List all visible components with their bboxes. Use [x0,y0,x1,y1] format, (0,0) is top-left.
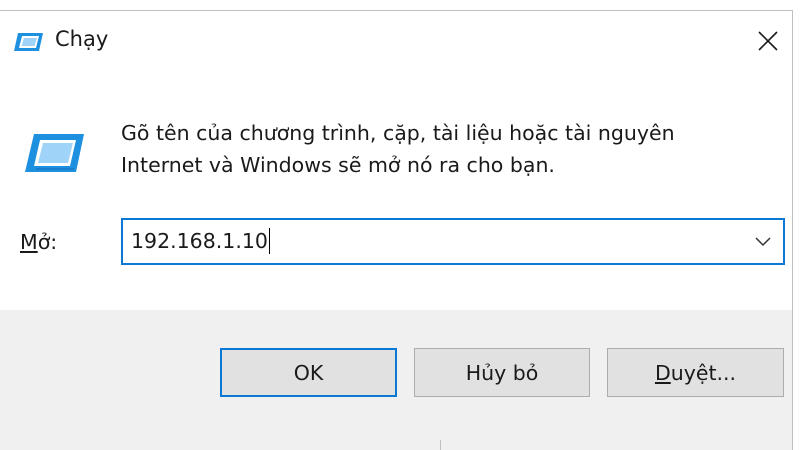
close-icon [758,31,778,51]
ok-button[interactable]: OK [220,348,397,397]
divider [440,440,441,450]
button-bar: OK Hủy bỏ Duyệt... [0,310,792,450]
open-label-mnemonic: M [20,230,38,254]
run-dialog: Chạy Gõ tên của chương trình, cặp, tài l… [0,0,800,450]
dropdown-button[interactable] [749,228,777,256]
open-input-value: 192.168.1.10 [131,229,268,253]
run-app-icon [22,131,86,175]
run-app-icon [12,31,44,53]
window-title: Chạy [55,27,109,51]
browse-mnemonic: D [654,360,671,385]
title-bar: Chạy [0,11,792,73]
description-line-2: Internet và Windows sẽ mở nó ra cho bạn. [121,153,555,177]
browse-button[interactable]: Duyệt... [607,348,784,397]
chevron-down-icon [755,237,771,247]
open-combobox[interactable]: 192.168.1.10 [121,218,785,265]
close-button[interactable] [745,21,791,61]
open-label: Mở: [20,230,57,254]
open-input[interactable]: 192.168.1.10 [131,220,270,263]
browse-label: uyệt... [670,360,737,385]
open-label-text: ở: [37,230,58,254]
dialog-content: Gõ tên của chương trình, cặp, tài liệu h… [0,73,792,310]
cancel-button[interactable]: Hủy bỏ [414,348,590,397]
text-caret [268,227,270,254]
description-line-1: Gõ tên của chương trình, cặp, tài liệu h… [121,121,675,145]
